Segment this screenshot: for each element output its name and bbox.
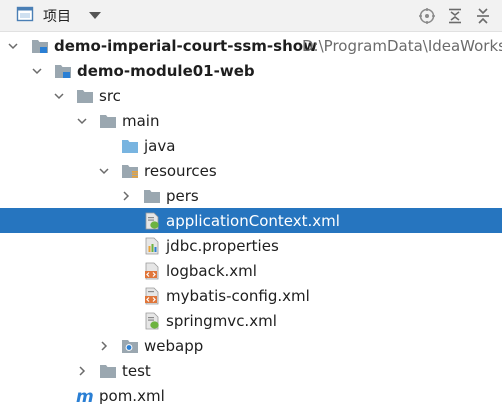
tree-item-module[interactable]: demo-module01-web (0, 58, 502, 83)
folder-icon (99, 112, 117, 130)
folder-icon (99, 362, 117, 380)
tree-item-label: test (122, 361, 151, 380)
chevron-down-icon[interactable] (75, 114, 89, 128)
chevron-down-icon[interactable] (52, 89, 66, 103)
spring-xml-file-icon (143, 312, 161, 330)
chevron-down-icon[interactable] (97, 164, 111, 178)
tree-item-project-root[interactable]: demo-imperial-court-ssm-show D:\ProgramD… (0, 33, 502, 58)
source-folder-icon (121, 137, 139, 155)
tree-item-jdbc-properties[interactable]: jdbc.properties (0, 233, 502, 258)
folder-icon (76, 87, 94, 105)
module-folder-icon (54, 62, 72, 80)
tree-item-label: logback.xml (166, 261, 257, 280)
xml-file-icon (143, 287, 161, 305)
tree-item-label: pers (166, 186, 199, 205)
expand-all-icon[interactable] (444, 5, 466, 27)
svg-text:m: m (76, 387, 94, 405)
dropdown-arrow-icon[interactable] (89, 12, 101, 19)
tree-item-label: applicationContext.xml (166, 211, 340, 230)
tree-item-mybatis-config[interactable]: mybatis-config.xml (0, 283, 502, 308)
properties-file-icon (143, 237, 161, 255)
tree-item-label: webapp (144, 336, 204, 355)
tree-item-label: src (99, 86, 121, 105)
tree-item-label: main (122, 111, 160, 130)
collapse-all-icon[interactable] (472, 5, 494, 27)
tree-item-pom[interactable]: m pom.xml (0, 383, 502, 408)
tree-item-resources[interactable]: resources (0, 158, 502, 183)
tree-item-logback[interactable]: logback.xml (0, 258, 502, 283)
folder-icon (143, 187, 161, 205)
project-toolbar: 项目 (0, 0, 502, 32)
spring-xml-file-icon (143, 212, 161, 230)
module-folder-icon (31, 37, 49, 55)
project-path: D:\ProgramData\IdeaWorks (302, 36, 502, 55)
tree-item-test[interactable]: test (0, 358, 502, 383)
tree-item-java[interactable]: java (0, 133, 502, 158)
xml-file-icon (143, 262, 161, 280)
chevron-right-icon[interactable] (97, 339, 111, 353)
chevron-down-icon[interactable] (6, 39, 20, 53)
maven-icon: m (76, 387, 96, 407)
tree-item-label: resources (144, 161, 217, 180)
tree-item-label: demo-imperial-court-ssm-show (54, 36, 317, 55)
tree-item-pers[interactable]: pers (0, 183, 502, 208)
tree-item-application-context[interactable]: applicationContext.xml (0, 208, 502, 233)
chevron-down-icon[interactable] (30, 64, 44, 78)
tree-item-label: demo-module01-web (77, 61, 255, 80)
toolbar-title: 项目 (43, 9, 71, 25)
tree-item-label: mybatis-config.xml (166, 286, 310, 305)
project-view-selector[interactable]: 项目 (16, 5, 71, 27)
tree-item-main[interactable]: main (0, 108, 502, 133)
project-view-icon (16, 5, 34, 27)
tree-item-label: java (144, 136, 176, 155)
tree-item-label: pom.xml (99, 386, 165, 405)
tree-item-webapp[interactable]: webapp (0, 333, 502, 358)
tree-item-src[interactable]: src (0, 83, 502, 108)
resources-folder-icon (121, 162, 139, 180)
tree-item-springmvc[interactable]: springmvc.xml (0, 308, 502, 333)
tree-item-label: jdbc.properties (166, 236, 279, 255)
chevron-right-icon[interactable] (75, 364, 89, 378)
tree-item-label: springmvc.xml (166, 311, 277, 330)
web-folder-icon (121, 337, 139, 355)
locate-icon[interactable] (416, 5, 438, 27)
chevron-right-icon[interactable] (119, 189, 133, 203)
